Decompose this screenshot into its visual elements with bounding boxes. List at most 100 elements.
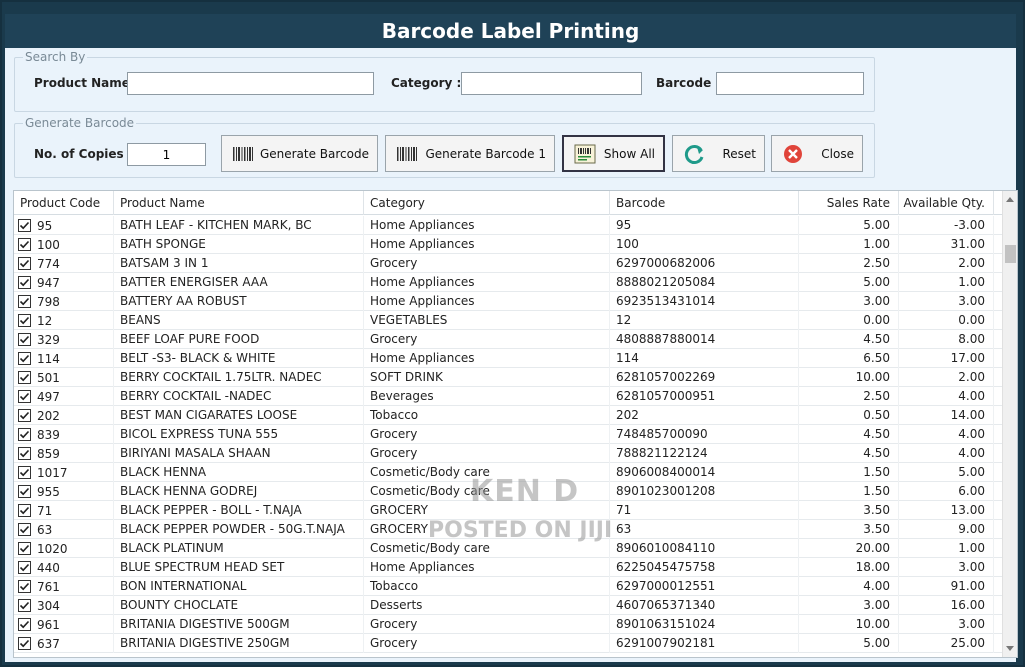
barcode-label: Barcode : (656, 76, 721, 90)
row-checkbox[interactable] (18, 276, 31, 289)
table-row[interactable]: 440 BLUE SPECTRUM HEAD SET Home Appliances… (14, 558, 1004, 577)
table-row[interactable]: 961 BRITANIA DIGESTIVE 500GM Grocery 890106… (14, 615, 1004, 634)
table-row[interactable]: 839 BICOL EXPRESS TUNA 555 Grocery 74848570… (14, 425, 1004, 444)
barcode-icon (230, 142, 256, 166)
cell-barcode: 6281057002269 (610, 368, 799, 387)
table-row[interactable]: 304 BOUNTY CHOCLATE Desserts 4607065371340 3… (14, 596, 1004, 615)
generate-barcode-1-button[interactable]: Generate Barcode 1 (385, 135, 555, 172)
scroll-up-icon[interactable] (1006, 197, 1014, 202)
product-code-text: 440 (37, 560, 60, 575)
cell-rate: 6.50 (799, 349, 899, 368)
product-code-text: 761 (37, 579, 60, 594)
row-checkbox[interactable] (18, 409, 31, 422)
cell-product-code: 961 (14, 615, 114, 634)
cell-barcode: 6225045475758 (610, 558, 799, 577)
product-code-text: 859 (37, 446, 60, 461)
barcode-input[interactable] (716, 72, 864, 95)
table-row[interactable]: 859 BIRIYANI MASALA SHAAN Grocery 788821122… (14, 444, 1004, 463)
col-header-product-code[interactable]: Product Code (14, 191, 114, 215)
cell-name: BEEF LOAF PURE FOOD (114, 330, 364, 349)
table-row[interactable]: 947 BATTER ENERGISER AAA Home Appliances 88… (14, 273, 1004, 292)
row-checkbox[interactable] (18, 352, 31, 365)
cell-category: Grocery (364, 425, 610, 444)
product-name-input[interactable] (127, 72, 374, 95)
cell-barcode: 100 (610, 235, 799, 254)
row-checkbox[interactable] (18, 238, 31, 251)
row-checkbox[interactable] (18, 618, 31, 631)
barcode-icon (394, 142, 420, 166)
table-row[interactable]: 12 BEANS VEGETABLES 12 0.00 0.00 (14, 311, 1004, 330)
cell-barcode: 6291007902181 (610, 634, 799, 653)
scroll-thumb[interactable] (1005, 245, 1016, 263)
table-row[interactable]: 114 BELT -S3- BLACK & WHITE Home Appliance… (14, 349, 1004, 368)
cell-name: BERRY COCKTAIL -NADEC (114, 387, 364, 406)
table-row[interactable]: 202 BEST MAN CIGARATES LOOSE Tobacco 202 0.5… (14, 406, 1004, 425)
cell-rate: 1.50 (799, 482, 899, 501)
cell-product-code: 12 (14, 311, 114, 330)
table-row[interactable]: 501 BERRY COCKTAIL 1.75LTR. NADEC SOFT DRI… (14, 368, 1004, 387)
generate-barcode-button[interactable]: Generate Barcode (221, 135, 378, 172)
cell-qty: 3.00 (899, 292, 994, 311)
table-row[interactable]: 95 BATH LEAF - KITCHEN MARK, BC Home Appli… (14, 216, 1004, 235)
category-input[interactable] (461, 72, 642, 95)
cell-name: BERRY COCKTAIL 1.75LTR. NADEC (114, 368, 364, 387)
col-header-sales-rate[interactable]: Sales Rate (799, 191, 899, 215)
row-checkbox[interactable] (18, 257, 31, 270)
cell-category: Home Appliances (364, 558, 610, 577)
cell-qty: 16.00 (899, 596, 994, 615)
col-header-category[interactable]: Category (364, 191, 610, 215)
row-checkbox[interactable] (18, 371, 31, 384)
table-row[interactable]: 100 BATH SPONGE Home Appliances 100 1.00 31.0… (14, 235, 1004, 254)
cell-barcode: 8901063151024 (610, 615, 799, 634)
copies-input[interactable] (127, 143, 206, 166)
reset-button[interactable]: Reset (672, 135, 765, 172)
table-row[interactable]: 798 BATTERY AA ROBUST Home Appliances 69235… (14, 292, 1004, 311)
row-checkbox[interactable] (18, 428, 31, 441)
cell-barcode: 8888021205084 (610, 273, 799, 292)
products-grid[interactable]: Product Code Product Name Category Barco… (13, 190, 1018, 658)
col-header-product-name[interactable]: Product Name (114, 191, 364, 215)
row-checkbox[interactable] (18, 314, 31, 327)
close-button[interactable]: Close (771, 135, 863, 172)
cell-category: Grocery (364, 330, 610, 349)
show-all-button[interactable]: Show All (562, 135, 665, 172)
row-checkbox[interactable] (18, 504, 31, 517)
row-checkbox[interactable] (18, 466, 31, 479)
table-row[interactable]: 637 BRITANIA DIGESTIVE 250GM Grocery 629100… (14, 634, 1004, 653)
table-row[interactable]: 329 BEEF LOAF PURE FOOD Grocery 48088878800… (14, 330, 1004, 349)
cell-category: Home Appliances (364, 292, 610, 311)
vertical-scrollbar[interactable] (1002, 191, 1017, 657)
cell-product-code: 955 (14, 482, 114, 501)
row-checkbox[interactable] (18, 390, 31, 403)
product-code-text: 63 (37, 522, 53, 537)
row-checkbox[interactable] (18, 295, 31, 308)
row-checkbox[interactable] (18, 523, 31, 536)
cell-rate: 5.00 (799, 634, 899, 653)
table-row[interactable]: 761 BON INTERNATIONAL Tobacco 6297000012551… (14, 577, 1004, 596)
row-checkbox[interactable] (18, 580, 31, 593)
cell-rate: 4.00 (799, 577, 899, 596)
row-checkbox[interactable] (18, 485, 31, 498)
row-checkbox[interactable] (18, 542, 31, 555)
row-checkbox[interactable] (18, 447, 31, 460)
row-checkbox[interactable] (18, 637, 31, 650)
cell-qty: 4.00 (899, 387, 994, 406)
cell-name: BATTERY AA ROBUST (114, 292, 364, 311)
copies-label: No. of Copies : (34, 147, 133, 161)
cell-barcode: 202 (610, 406, 799, 425)
cell-qty: 2.00 (899, 368, 994, 387)
col-header-available-qty[interactable]: Available Qty. (899, 191, 994, 215)
watermark-line-1: KEN D (470, 474, 580, 509)
table-row[interactable]: 497 BERRY COCKTAIL -NADEC Beverages 6281057… (14, 387, 1004, 406)
row-checkbox[interactable] (18, 333, 31, 346)
table-row[interactable]: 774 BATSAM 3 IN 1 Grocery 6297000682006 2.50… (14, 254, 1004, 273)
cell-rate: 0.50 (799, 406, 899, 425)
scroll-down-icon[interactable] (1006, 646, 1014, 651)
row-checkbox[interactable] (18, 219, 31, 232)
row-checkbox[interactable] (18, 599, 31, 612)
row-checkbox[interactable] (18, 561, 31, 574)
product-code-text: 100 (37, 237, 60, 252)
search-by-legend: Search By (25, 50, 86, 64)
cell-name: BLACK HENNA GODREJ (114, 482, 364, 501)
col-header-barcode[interactable]: Barcode (610, 191, 799, 215)
